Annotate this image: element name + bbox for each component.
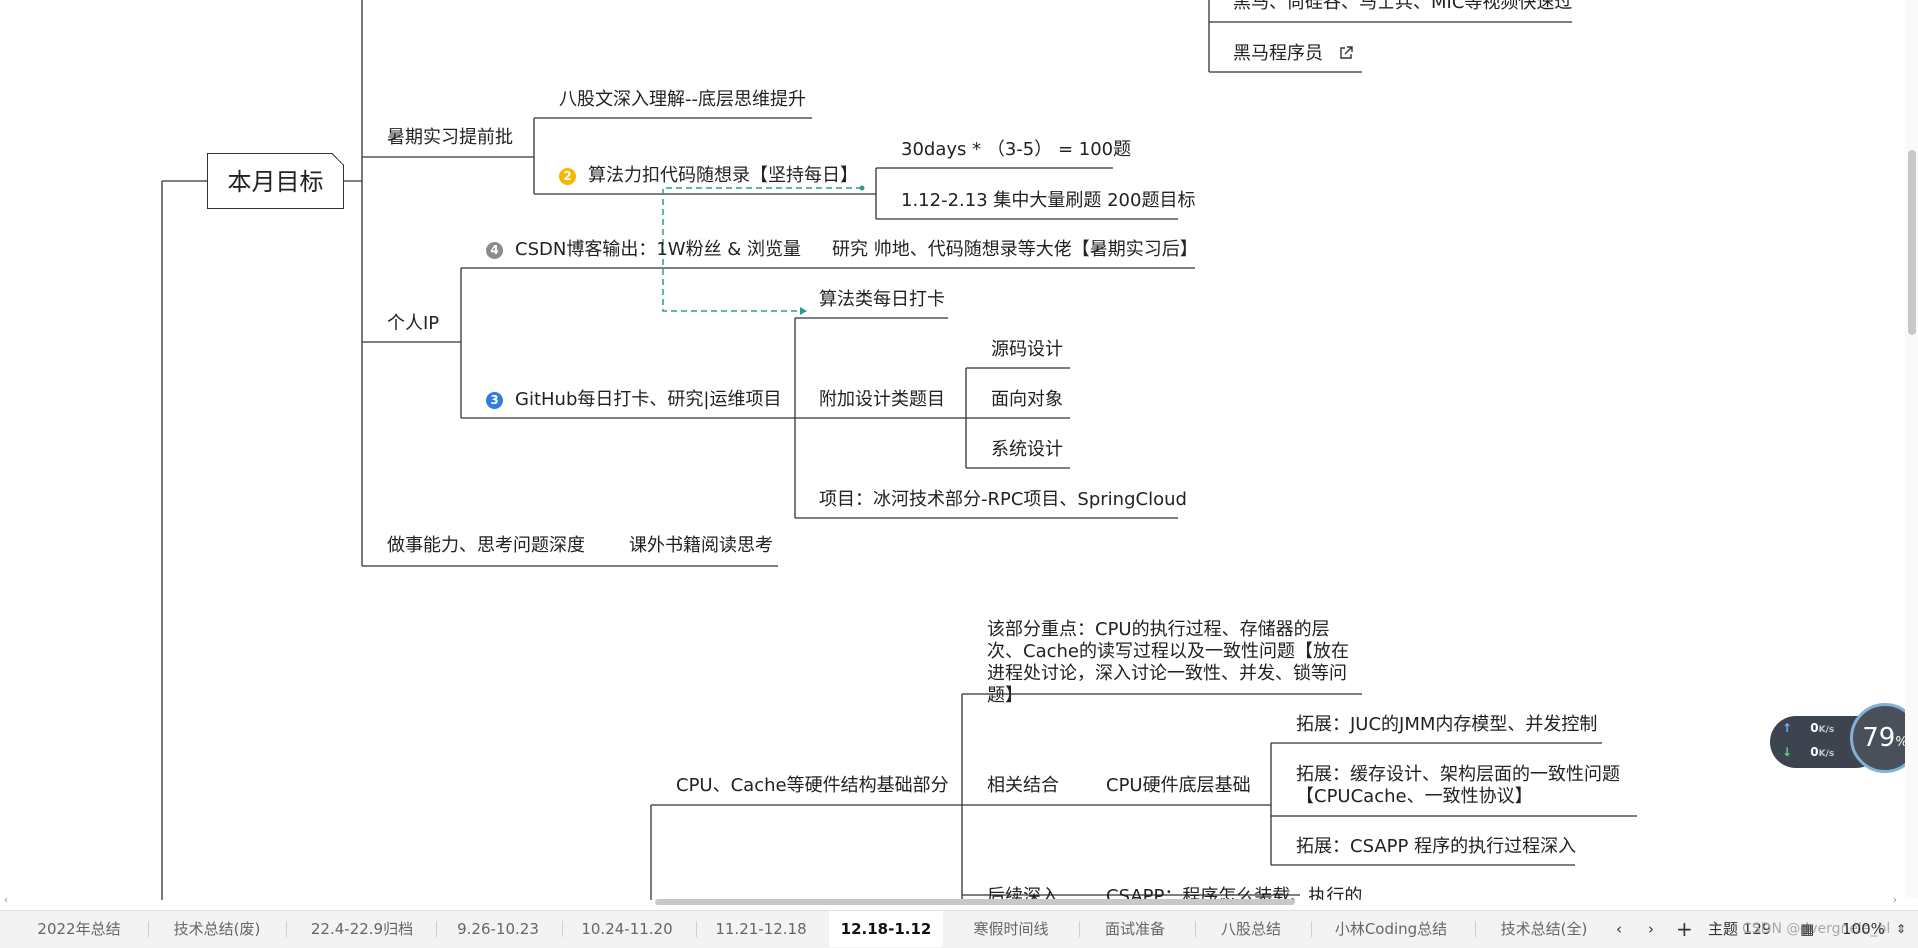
root-node[interactable]: 本月目标 (207, 153, 344, 209)
node-csdn-label: CSDN博客输出：1W粉丝 & 浏览量 (515, 239, 802, 260)
node-related[interactable]: 相关结合 (987, 775, 1059, 797)
node-system-design[interactable]: 系统设计 (991, 439, 1063, 461)
tab-xiaolin-coding[interactable]: 小林Coding总结 (1321, 911, 1461, 947)
tab-tech-summary-full[interactable]: 技术总结(全) (1485, 911, 1603, 947)
node-jan-feb[interactable]: 1.12-2.13 集中大量刷题 200题目标 (901, 190, 1195, 212)
add-sheet-button[interactable]: + (1676, 911, 1693, 947)
node-personal-ip[interactable]: 个人IP (387, 313, 439, 335)
node-ability[interactable]: 做事能力、思考问题深度 (387, 535, 585, 557)
node-ext-csapp[interactable]: 拓展：CSAPP 程序的执行过程深入 (1296, 836, 1576, 858)
node-heima-label: 黑马程序员 (1233, 43, 1323, 64)
arrow-down-icon: ↓ (1782, 745, 1793, 759)
horizontal-scroll-thumb[interactable] (655, 899, 1295, 905)
priority-4-badge: 4 (486, 242, 503, 259)
node-github[interactable]: 3 GitHub每日打卡、研究|运维项目 (486, 389, 781, 411)
tab-baguwen-summary[interactable]: 八股总结 (1205, 911, 1297, 947)
tab-9-26[interactable]: 9.26-10.23 (446, 911, 550, 947)
tab-prev-icon[interactable]: ‹ (1616, 911, 1622, 947)
tab-12-18[interactable]: 12.18-1.12 (829, 911, 943, 947)
node-github-label: GitHub每日打卡、研究|运维项目 (515, 389, 782, 410)
node-cpu-base[interactable]: CPU、Cache等硬件结构基础部分 (676, 775, 949, 797)
tab-2022-summary[interactable]: 2022年总结 (20, 911, 138, 947)
node-csdn[interactable]: 4 CSDN博客输出：1W粉丝 & 浏览量 (486, 239, 801, 261)
node-30days[interactable]: 30days * （3-5） = 100题 (901, 139, 1131, 161)
node-research[interactable]: 研究 帅地、代码随想录等大佬【暑期实习后】 (832, 239, 1198, 261)
download-speed: ↓ 0K/s (1782, 745, 1835, 759)
node-cpu-low[interactable]: CPU硬件底层基础 (1106, 775, 1251, 797)
map-view-icon[interactable]: ▦ (1800, 911, 1814, 947)
tab-10-24[interactable]: 10.24-11.20 (572, 911, 682, 947)
root-node-label: 本月目标 (227, 168, 324, 196)
node-source-design[interactable]: 源码设计 (991, 339, 1063, 361)
node-algo-label: 算法力扣代码随想录【坚持每日】 (588, 165, 858, 186)
note-fold-icon (332, 153, 344, 165)
node-ext-juc[interactable]: 拓展：JUC的JMM内存模型、并发控制 (1296, 714, 1597, 736)
priority-3-badge: 3 (486, 392, 503, 409)
node-baguwen[interactable]: 八股文深入理解--底层思维提升 (559, 89, 806, 111)
tab-tech-summary-old[interactable]: 技术总结(废) (158, 911, 276, 947)
node-summer-intern[interactable]: 暑期实习提前批 (387, 127, 513, 149)
tab-next-icon[interactable]: › (1648, 911, 1654, 947)
scroll-right-icon[interactable]: › (1893, 895, 1897, 906)
node-algo[interactable]: 2 算法力扣代码随想录【坚持每日】 (559, 165, 858, 187)
zoom-level[interactable]: 100% (1842, 911, 1885, 947)
external-link-icon[interactable] (1339, 46, 1353, 60)
tab-winter-timeline[interactable]: 寒假时间线 (955, 911, 1067, 947)
scroll-left-icon[interactable]: ‹ (4, 895, 8, 906)
node-project[interactable]: 项目：冰河技术部分-RPC项目、SpringCloud (819, 489, 1187, 511)
priority-2-badge: 2 (559, 168, 576, 185)
mindmap-canvas[interactable]: 黑马、尚硅谷、马士兵、MIC等视频快速过 黑马程序员 本月目标 暑期实习提前批 … (0, 0, 1918, 900)
node-ext-cache[interactable]: 拓展：缓存设计、架构层面的一致性问题【CPUCache、一致性协议】 (1296, 764, 1636, 808)
network-monitor-widget[interactable]: ↑ 0K/s ↓ 0K/s 79% (1770, 703, 1918, 781)
node-oop[interactable]: 面向对象 (991, 389, 1063, 411)
sheet-tab-bar: 2022年总结 技术总结(废) 22.4-22.9归档 9.26-10.23 1… (0, 910, 1918, 948)
vertical-scroll-thumb[interactable] (1908, 150, 1916, 335)
zoom-stepper-icon[interactable]: ⇕ (1896, 911, 1906, 947)
node-books[interactable]: 课外书籍阅读思考 (629, 535, 773, 557)
tab-archive-22[interactable]: 22.4-22.9归档 (296, 911, 428, 947)
vertical-scrollbar[interactable] (1905, 0, 1918, 897)
upload-speed: ↑ 0K/s (1782, 721, 1835, 735)
tab-interview-prep[interactable]: 面试准备 (1089, 911, 1181, 947)
node-design-extra[interactable]: 附加设计类题目 (819, 389, 945, 411)
arrow-up-icon: ↑ (1782, 721, 1793, 735)
node-cpu-focus[interactable]: 该部分重点：CPU的执行过程、存储器的层次、Cache的读写过程以及一致性问题【… (987, 619, 1357, 707)
horizontal-scrollbar[interactable]: ‹ › (0, 895, 1905, 907)
tab-11-21[interactable]: 11.21-12.18 (706, 911, 816, 947)
node-video-courses[interactable]: 黑马、尚硅谷、马士兵、MIC等视频快速过 (1233, 0, 1572, 14)
node-heima[interactable]: 黑马程序员 (1233, 43, 1353, 65)
node-algo-daily[interactable]: 算法类每日打卡 (819, 289, 945, 311)
